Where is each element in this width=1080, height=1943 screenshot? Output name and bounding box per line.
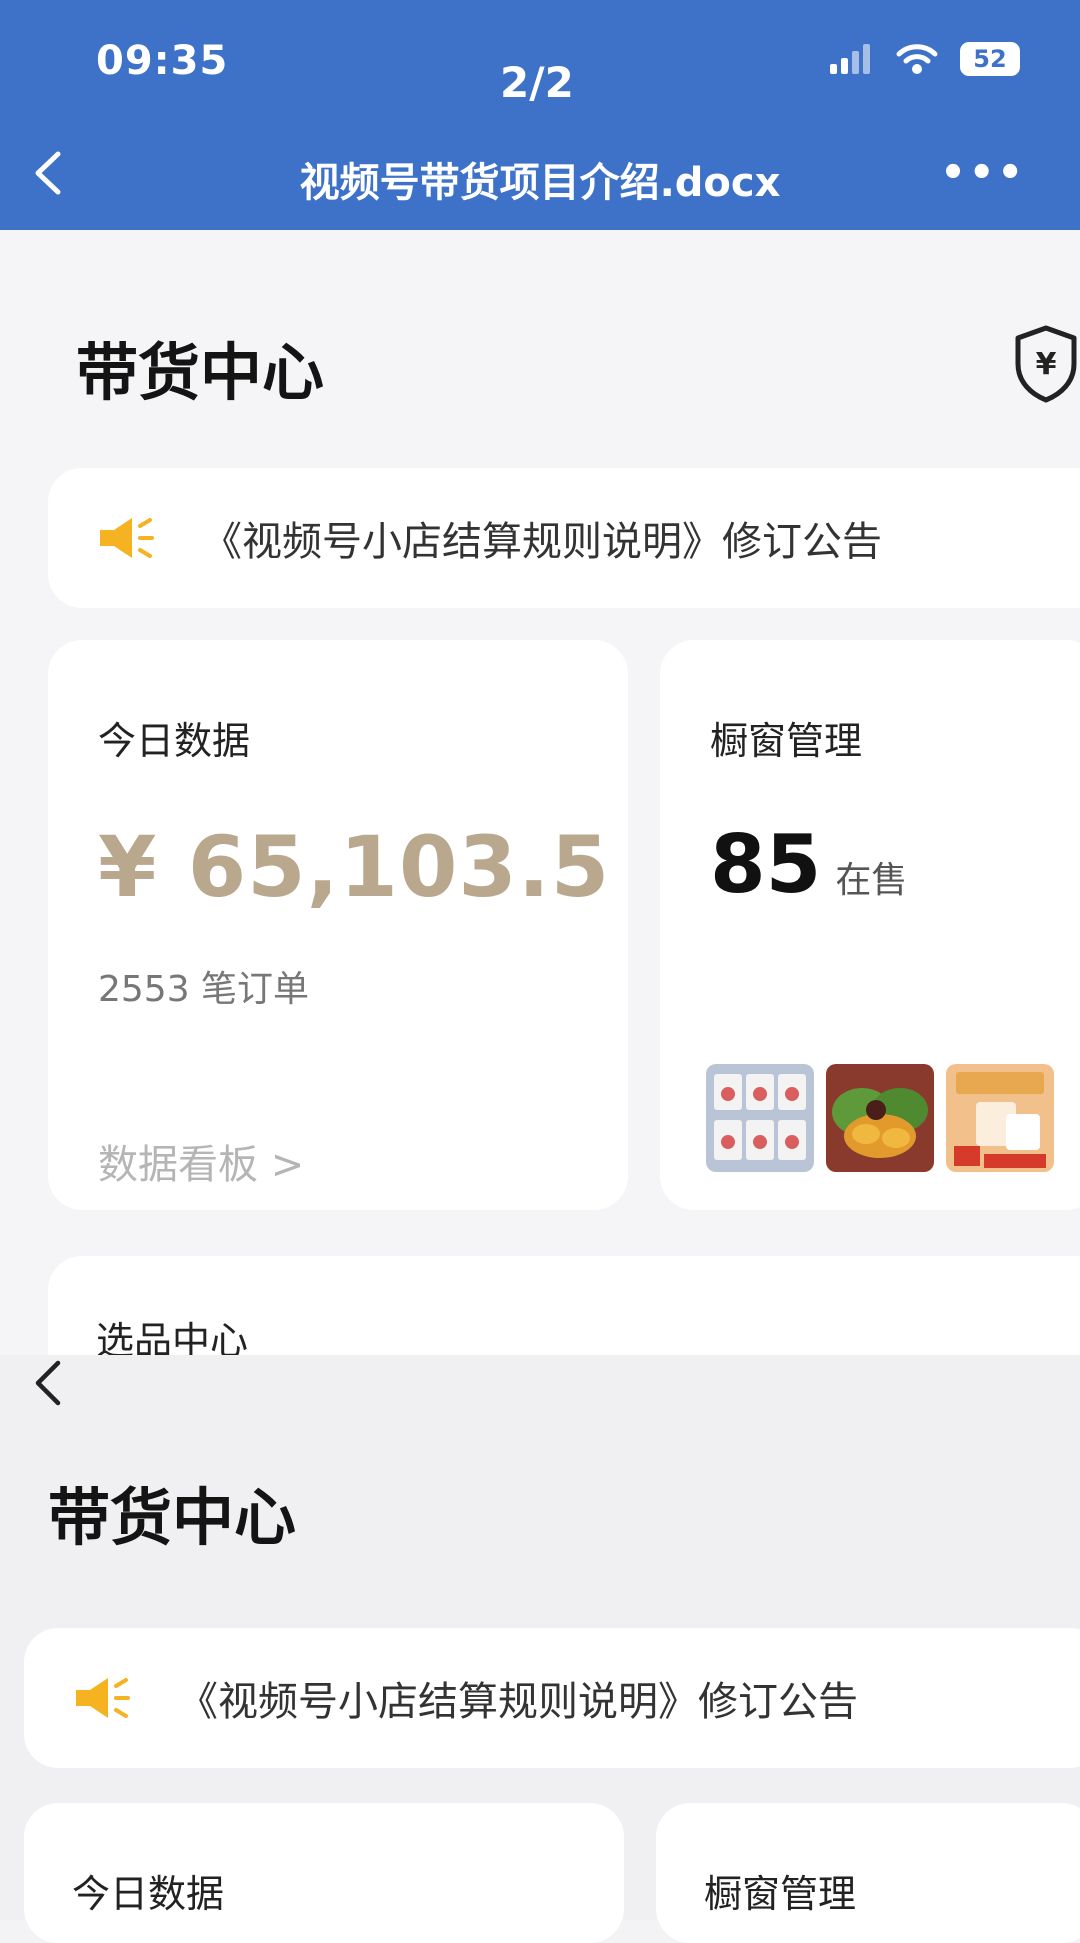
megaphone-icon [100, 518, 154, 558]
product-thumbnail[interactable] [706, 1064, 814, 1172]
document-title: 视频号带货项目介绍.docx [299, 160, 781, 206]
showcase-card[interactable]: 橱窗管理 [656, 1803, 1080, 1943]
today-data-card[interactable]: 今日数据 ¥ 65,103.5 2553 笔订单 数据看板 > [48, 640, 628, 1210]
data-board-link[interactable]: 数据看板 > [98, 1132, 304, 1190]
showcase-title: 橱窗管理 [704, 1872, 857, 1916]
svg-text:¥: ¥ [1036, 347, 1057, 382]
screenshot-page-2: 带货中心 《视频号小店结算规则说明》修订公告 今日数据 橱窗管理 [0, 1355, 1080, 1943]
showcase-count-row: 85 在售 [710, 818, 907, 911]
signal-icon [830, 44, 870, 74]
wifi-icon [896, 44, 938, 74]
today-orders: 2553 笔订单 [98, 969, 310, 1010]
today-amount: ¥ 65,103.5 [98, 818, 611, 916]
notice-banner[interactable]: 《视频号小店结算规则说明》修订公告 [48, 468, 1080, 608]
page-indicator: 2/2 [500, 58, 574, 107]
showcase-count-unit: 在售 [835, 860, 908, 901]
notice-banner[interactable]: 《视频号小店结算规则说明》修订公告 [24, 1628, 1080, 1768]
document-header: 09:35 2/2 52 视频号带货项目介绍.docx ••• [0, 0, 1080, 230]
notice-text: 《视频号小店结算规则说明》修订公告 [178, 1679, 858, 1725]
shield-yuan-icon[interactable]: ¥ [1012, 324, 1080, 404]
page-title: 带货中心 [48, 1481, 297, 1554]
back-arrow-icon[interactable] [30, 1355, 66, 1411]
more-icon[interactable]: ••• [940, 150, 1026, 196]
status-icons: 52 [830, 42, 1020, 76]
showcase-title: 橱窗管理 [710, 719, 863, 763]
status-time: 09:35 [96, 38, 229, 84]
notice-text: 《视频号小店结算规则说明》修订公告 [202, 519, 882, 565]
today-data-title: 今日数据 [98, 719, 251, 763]
today-data-card[interactable]: 今日数据 [24, 1803, 624, 1943]
battery-icon: 52 [960, 42, 1020, 76]
product-thumbnail[interactable] [826, 1064, 934, 1172]
showcase-thumbnails [706, 1064, 1054, 1172]
product-thumbnail[interactable] [946, 1064, 1054, 1172]
showcase-card[interactable]: 橱窗管理 85 在售 [660, 640, 1080, 1210]
today-data-title: 今日数据 [72, 1872, 225, 1916]
showcase-count: 85 [710, 818, 822, 911]
megaphone-icon [76, 1678, 130, 1718]
screenshot-page-1: 带货中心 ¥ 《视频号小店结算规则说明》修订公告 今日数据 ¥ 65,103.5… [0, 230, 1080, 1396]
page-title: 带货中心 [76, 336, 325, 409]
